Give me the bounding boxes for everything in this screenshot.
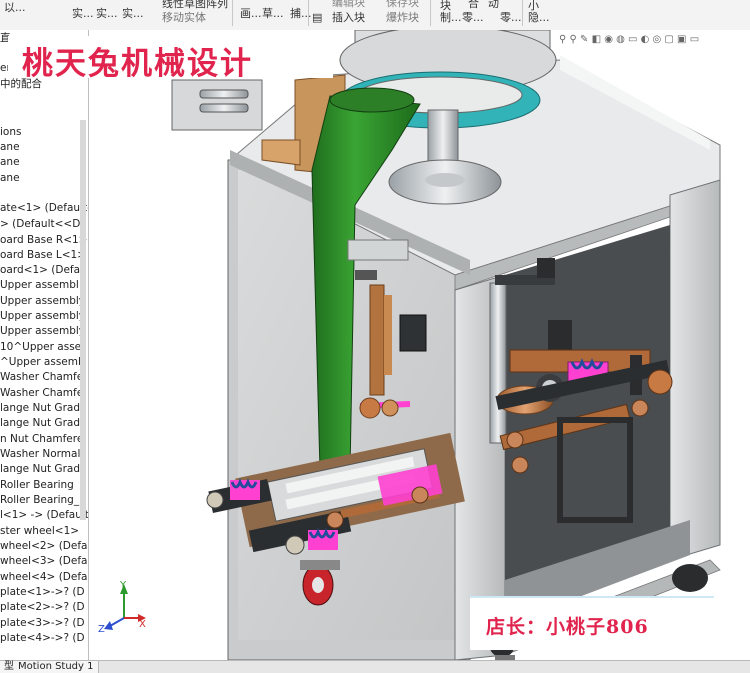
ribbon-fragment[interactable]: 以... — [4, 2, 26, 14]
ribbon-btn-make[interactable]: 制... — [440, 12, 462, 24]
tree-item[interactable]: n Nut Chamfere — [0, 433, 83, 445]
tree-item[interactable]: Upper assembl — [0, 279, 79, 291]
tree-item[interactable]: plate<4>->? (D — [0, 632, 85, 644]
ribbon-solid-btn-2[interactable]: 实... — [96, 8, 118, 20]
tree-item[interactable]: ster wheel<1> — [0, 525, 79, 537]
tree-item[interactable]: Upper assembly — [0, 310, 85, 322]
ribbon-toolbar: 以... 实... 实... 实... 线性草图阵列 移动实体 画... 草..… — [0, 0, 750, 31]
tree-item[interactable]: 10^Upper asse — [0, 341, 81, 353]
tree-item[interactable]: ^Upper assemb — [0, 356, 85, 368]
tree-item[interactable]: oard Base L<1> — [0, 249, 86, 261]
explode-block-button[interactable]: 爆炸块 — [386, 12, 419, 24]
tree-item[interactable]: plate<1>->? (D — [0, 586, 85, 598]
shop-owner-badge: 店长：小桃子806 — [470, 596, 714, 650]
tab-motion-study-1[interactable]: Motion Study 1 — [14, 661, 99, 673]
tree-item[interactable]: > (Default<<D — [0, 218, 80, 230]
coordinate-triad: Y X Z — [98, 580, 146, 635]
ribbon-solid-btn-3[interactable]: 实... — [122, 8, 144, 20]
tree-item[interactable]: wheel<2> (Defau — [0, 540, 88, 552]
tree-item[interactable]: lange Nut Grad — [0, 463, 80, 475]
tree-item[interactable]: ate<1> (Default- — [0, 202, 88, 214]
tree-item[interactable]: Washer Chamfe — [0, 387, 83, 399]
tree-item[interactable]: Upper assembly — [0, 295, 85, 307]
tree-item[interactable]: Washer Normal — [0, 448, 80, 460]
graphics-viewport[interactable]: ⚲ ⚲ ✎ ◧ ◉ ◍ ▭ ◐ ◎ ▢ ▣ ▭ Y X Z — [89, 30, 750, 660]
tree-item[interactable]: wheel<3> (Defau — [0, 555, 88, 567]
tree-item[interactable]: Roller Bearing — [0, 479, 74, 491]
tree-item[interactable]: Washer Chamfe — [0, 371, 83, 383]
ribbon-btn-draw[interactable]: 画... — [240, 8, 262, 20]
tree-item[interactable]: ane — [0, 141, 20, 153]
ribbon-solid-btn-1[interactable]: 实... — [72, 8, 94, 20]
ribbon-btn-part-2[interactable]: 零... — [500, 12, 522, 24]
triad-z-label: Z — [98, 624, 105, 635]
shop-owner-name: 小桃子806 — [546, 616, 649, 638]
insert-block-icon[interactable]: ▤ — [312, 12, 322, 24]
bottom-tab-bar: 型 Motion Study 1 — [0, 660, 750, 673]
linear-sketch-pattern-label[interactable]: 线性草图阵列 — [162, 0, 228, 10]
ribbon-btn-hide[interactable]: 隐... — [528, 12, 550, 24]
move-entities-button[interactable]: 移动实体 — [162, 12, 206, 24]
tree-item[interactable]: plate<3>->? (D — [0, 617, 85, 629]
triad-y-label: Y — [119, 580, 127, 591]
tree-item[interactable]: ions — [0, 126, 21, 138]
feature-manager-tree: 直em中的配合ionsaneaneaneate<1> (Default-> (D… — [0, 30, 89, 660]
edit-block-button[interactable]: 编辑块 — [332, 0, 365, 9]
triad-x-label: X — [139, 619, 146, 630]
tree-item[interactable]: Roller Bearing_ — [0, 494, 79, 506]
tree-item[interactable]: l<1> -> (Default< — [0, 509, 88, 521]
cad-model-render: Y X Z — [98, 30, 721, 660]
tree-item[interactable]: lange Nut Grad — [0, 417, 80, 429]
tree-scrollbar[interactable] — [80, 120, 86, 520]
ribbon-btn-sketch[interactable]: 草... — [262, 8, 284, 20]
ribbon-fragment-move[interactable]: 动 — [488, 0, 499, 10]
watermark-banner: 桃天兔机械设计 — [8, 36, 333, 82]
tree-item[interactable]: oard<1> (Defau — [0, 264, 87, 276]
save-block-button[interactable]: 保存块 — [386, 0, 419, 9]
tree-item[interactable]: Upper assembly — [0, 325, 85, 337]
watermark-text: 桃天兔机械设计 — [22, 46, 253, 82]
tree-item[interactable]: ane — [0, 156, 20, 168]
ribbon-btn-part-1[interactable]: 零... — [462, 12, 484, 24]
insert-block-button[interactable]: 插入块 — [332, 12, 365, 24]
tree-item[interactable]: plate<2>->? (D — [0, 601, 85, 613]
tree-item[interactable]: wheel<4> (Defau — [0, 571, 88, 583]
tree-item[interactable]: oard Base R<1> — [0, 234, 87, 246]
tree-item[interactable]: ane — [0, 172, 20, 184]
ribbon-fragment-combine[interactable]: 合 — [468, 0, 479, 10]
tree-item[interactable]: lange Nut Grad — [0, 402, 80, 414]
shop-owner-label: 店长： — [486, 616, 547, 638]
